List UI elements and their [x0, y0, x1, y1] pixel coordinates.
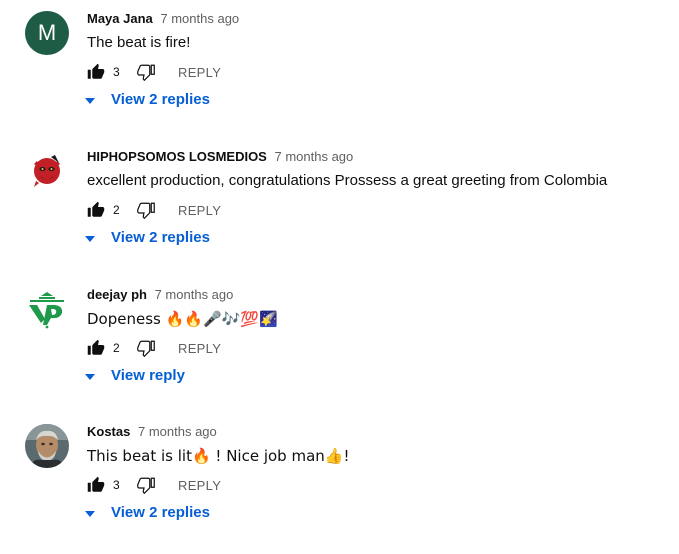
- thumbs-up-icon[interactable]: [87, 476, 105, 494]
- like-count: 2: [113, 203, 120, 217]
- comment-header: Maya Jana 7 months ago: [87, 11, 239, 26]
- avatar[interactable]: [25, 424, 69, 468]
- thumbs-down-icon[interactable]: [137, 201, 155, 220]
- thumbs-down-icon[interactable]: [137, 63, 155, 82]
- view-replies-button[interactable]: View 2 replies: [84, 229, 210, 246]
- view-replies-label: View 2 replies: [111, 91, 210, 108]
- comment-text: Dopeness 🔥🔥🎤🎶💯🌠: [87, 310, 278, 328]
- comment-timestamp[interactable]: 7 months ago: [160, 11, 239, 26]
- comment-actions: 2 REPLY: [87, 200, 221, 220]
- comment-timestamp[interactable]: 7 months ago: [138, 424, 217, 439]
- author-name[interactable]: Kostas: [87, 424, 130, 439]
- comment-text: excellent production, congratulations Pr…: [87, 172, 608, 189]
- comment-thread: HIPHOPSOMOS LOSMEDIOS 7 months ago excel…: [0, 149, 679, 279]
- author-name[interactable]: HIPHOPSOMOS LOSMEDIOS: [87, 149, 267, 164]
- comment-thread: Kostas 7 months ago This beat is lit🔥 ! …: [0, 424, 679, 554]
- author-name[interactable]: deejay ph: [87, 287, 147, 302]
- reply-button[interactable]: REPLY: [178, 203, 221, 218]
- caret-down-icon: [84, 94, 96, 106]
- like-count: 3: [113, 478, 120, 492]
- comment-actions: 3 REPLY: [87, 475, 221, 495]
- comment-text: The beat is fire!: [87, 34, 191, 51]
- comment-header: deejay ph 7 months ago: [87, 287, 233, 302]
- caret-down-icon: [84, 370, 96, 382]
- view-replies-button[interactable]: View 2 replies: [84, 504, 210, 521]
- view-replies-label: View reply: [111, 367, 185, 384]
- view-replies-label: View 2 replies: [111, 504, 210, 521]
- comment-timestamp[interactable]: 7 months ago: [155, 287, 234, 302]
- comment-actions: 3 REPLY: [87, 62, 221, 82]
- thumbs-down-icon[interactable]: [137, 476, 155, 495]
- reply-button[interactable]: REPLY: [178, 478, 221, 493]
- caret-down-icon: [84, 507, 96, 519]
- thumbs-down-icon[interactable]: [137, 339, 155, 358]
- avatar[interactable]: [25, 149, 69, 193]
- caret-down-icon: [84, 232, 96, 244]
- reply-button[interactable]: REPLY: [178, 341, 221, 356]
- thumbs-up-icon[interactable]: [87, 63, 105, 81]
- comment-text: This beat is lit🔥 ! Nice job man👍!: [87, 447, 350, 465]
- like-count: 2: [113, 341, 120, 355]
- red-devil-logo-icon: [25, 149, 69, 193]
- comment-header: HIPHOPSOMOS LOSMEDIOS 7 months ago: [87, 149, 353, 164]
- comment-thread: M Maya Jana 7 months ago The beat is fir…: [0, 11, 679, 141]
- comment-thread: deejay ph 7 months ago Dopeness 🔥🔥🎤🎶💯🌠 2…: [0, 287, 679, 417]
- avatar[interactable]: M: [25, 11, 69, 55]
- view-replies-button[interactable]: View reply: [84, 367, 185, 384]
- view-replies-button[interactable]: View 2 replies: [84, 91, 210, 108]
- like-count: 3: [113, 65, 120, 79]
- thumbs-up-icon[interactable]: [87, 201, 105, 219]
- profile-photo-icon: [25, 424, 69, 468]
- thumbs-up-icon[interactable]: [87, 339, 105, 357]
- comment-actions: 2 REPLY: [87, 338, 221, 358]
- view-replies-label: View 2 replies: [111, 229, 210, 246]
- green-dj-logo-icon: [25, 287, 69, 331]
- author-name[interactable]: Maya Jana: [87, 11, 153, 26]
- comment-timestamp[interactable]: 7 months ago: [274, 149, 353, 164]
- avatar[interactable]: [25, 287, 69, 331]
- comment-header: Kostas 7 months ago: [87, 424, 217, 439]
- reply-button[interactable]: REPLY: [178, 65, 221, 80]
